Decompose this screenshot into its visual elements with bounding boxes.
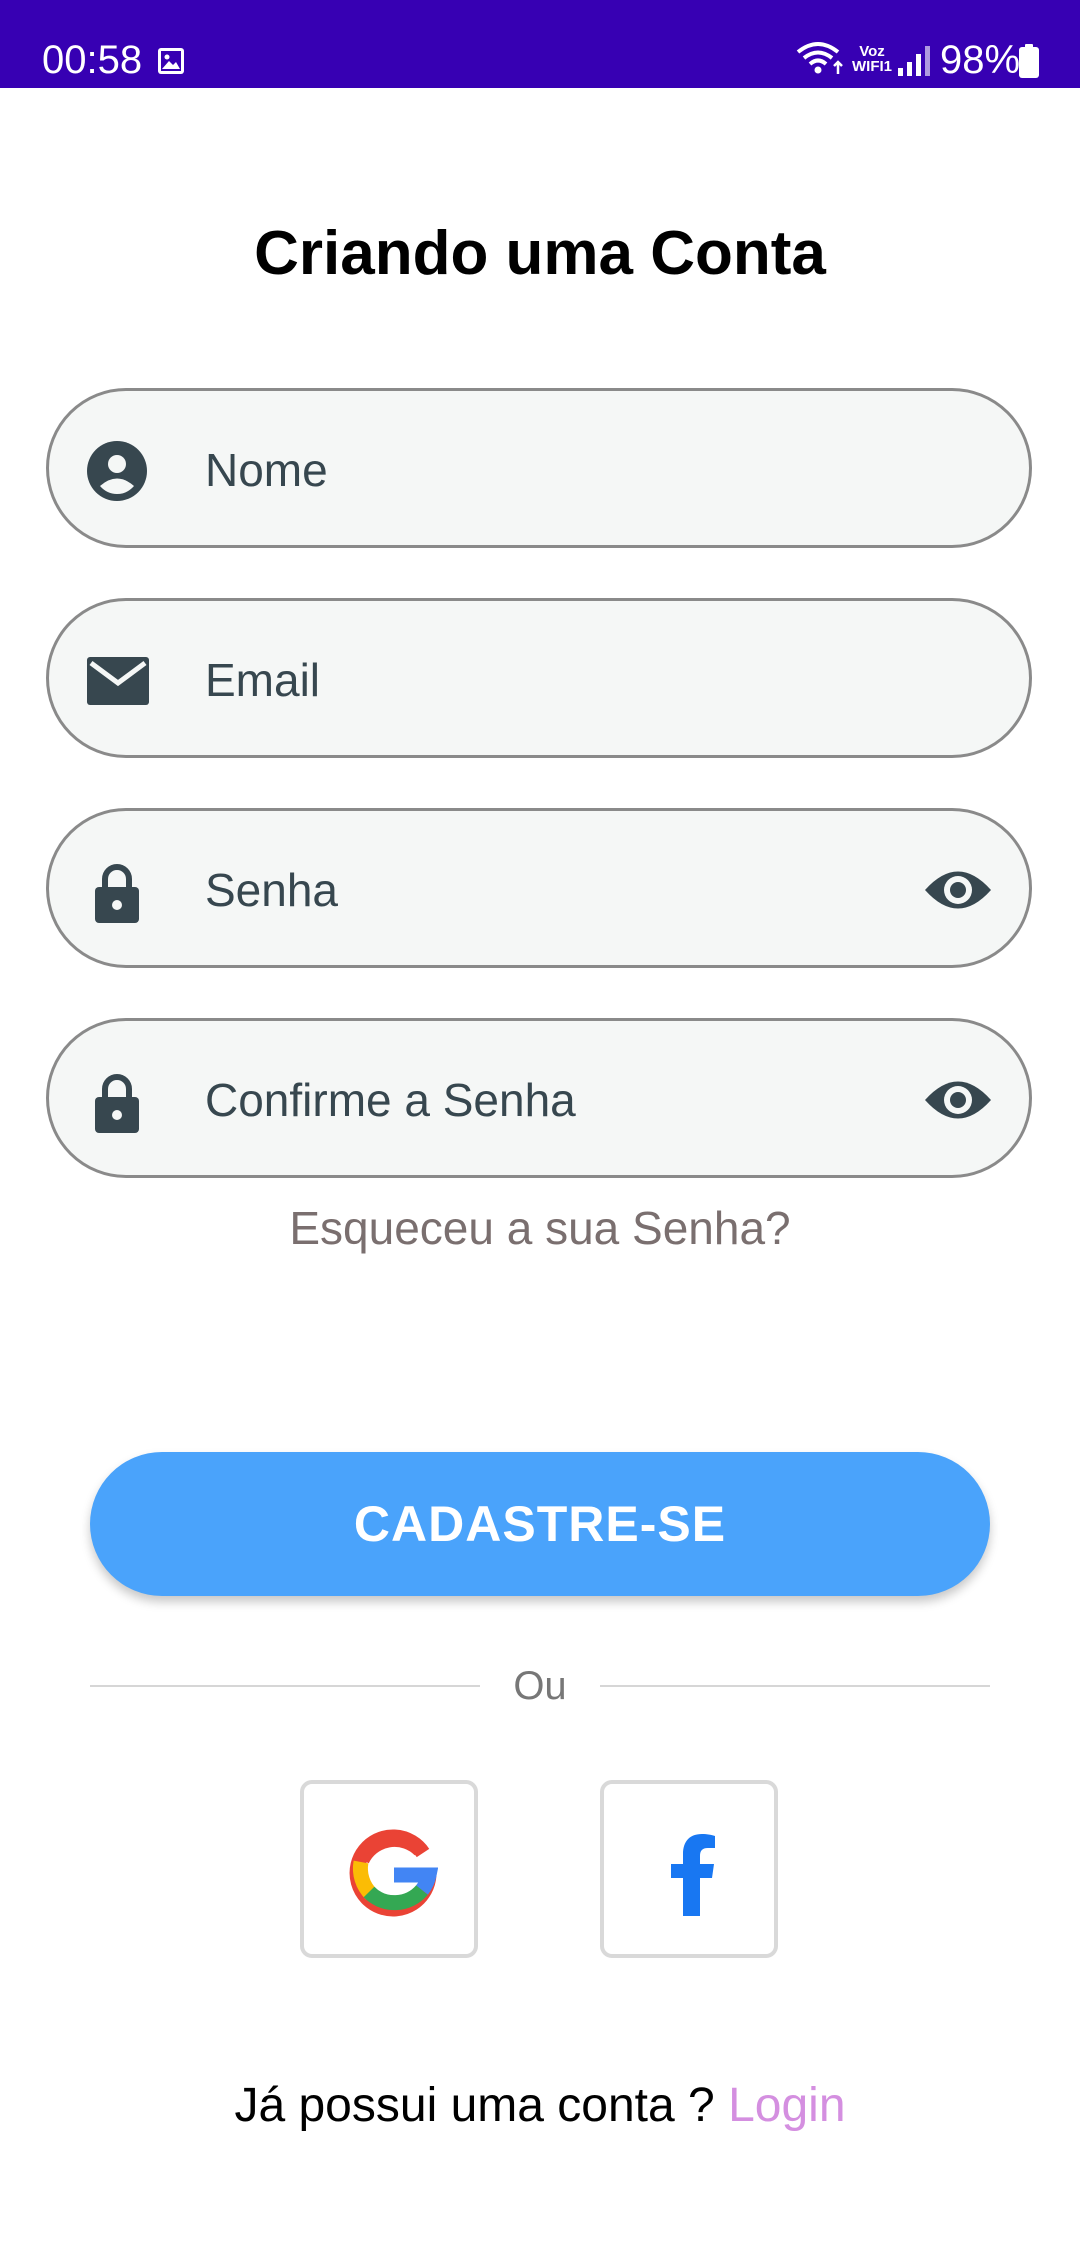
voz-label: Voz <box>859 43 885 60</box>
google-icon <box>349 1829 438 1917</box>
confirm-password-field[interactable] <box>46 1018 1032 1178</box>
google-login-button[interactable] <box>300 1780 478 1958</box>
eye-icon[interactable] <box>923 1075 993 1130</box>
confirm-password-input[interactable] <box>203 1061 827 1139</box>
name-input[interactable] <box>203 431 827 509</box>
password-input[interactable] <box>203 851 827 929</box>
facebook-icon <box>671 1834 715 1916</box>
login-prompt: Já possui uma conta ? Login <box>0 2076 1080 2136</box>
voz-wifi-indicator: Voz WIFI1 <box>852 44 892 74</box>
status-time: 00:58 <box>42 38 143 82</box>
login-link[interactable]: Login <box>728 2079 845 2132</box>
divider-line-left <box>90 1685 480 1687</box>
lock-icon <box>87 861 147 928</box>
email-field[interactable] <box>46 598 1032 758</box>
eye-icon[interactable] <box>923 865 993 920</box>
account-circle-icon <box>87 441 147 506</box>
lock-icon <box>87 1071 147 1138</box>
status-bar: 00:58 Voz WIFI1 98% <box>0 0 1080 88</box>
page-title: Criando uma Conta <box>254 219 826 288</box>
image-notification-icon <box>156 46 186 81</box>
login-prompt-text: Já possui uma conta ? <box>234 2079 729 2132</box>
signal-icon <box>896 42 932 83</box>
wifi-icon <box>794 38 846 83</box>
facebook-login-button[interactable] <box>600 1780 778 1958</box>
forgot-password-link[interactable]: Esqueceu a sua Senha? <box>0 1198 1080 1258</box>
email-input[interactable] <box>203 641 827 719</box>
divider-text: Ou <box>513 1664 567 1708</box>
wifi1-label: WIFI1 <box>852 58 892 75</box>
name-field[interactable] <box>46 388 1032 548</box>
battery-percentage: 98% <box>940 38 1021 82</box>
divider-line-right <box>600 1685 990 1687</box>
mail-icon <box>87 651 149 716</box>
battery-icon <box>1019 44 1039 83</box>
password-field[interactable] <box>46 808 1032 968</box>
signup-button[interactable]: CADASTRE-SE <box>90 1452 990 1596</box>
